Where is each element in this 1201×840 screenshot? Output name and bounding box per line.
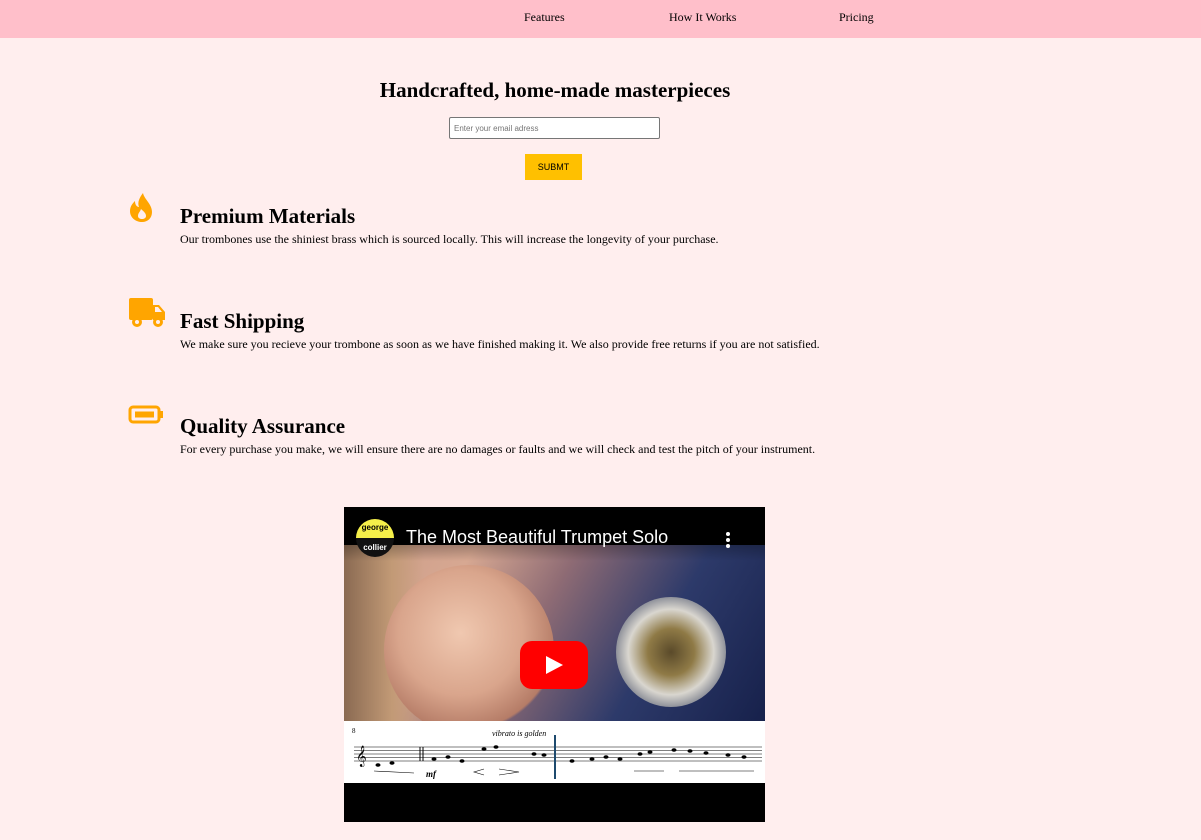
- play-button[interactable]: [520, 641, 588, 689]
- top-nav: Features How It Works Pricing: [0, 0, 1201, 38]
- channel-avatar[interactable]: george collier: [356, 519, 394, 557]
- feature-title: Fast Shipping: [180, 309, 305, 333]
- dynamic-marking: mf: [426, 769, 437, 779]
- video-thumbnail: [344, 545, 765, 735]
- nav-link-pricing[interactable]: Pricing: [839, 10, 874, 25]
- battery-icon: [128, 402, 166, 440]
- channel-name-bottom: collier: [363, 543, 387, 552]
- video-title[interactable]: The Most Beautiful Trumpet Solo: [406, 527, 668, 548]
- feature-title: Quality Assurance: [180, 414, 346, 438]
- feature-text: Our trombones use the shiniest brass whi…: [180, 232, 719, 246]
- truck-icon: [128, 297, 166, 335]
- fire-icon: [128, 192, 166, 230]
- submit-button[interactable]: SUBMT: [525, 154, 582, 180]
- nav-link-features[interactable]: Features: [524, 10, 565, 25]
- feature-title: Premium Materials: [180, 204, 356, 228]
- staff-lines: 𝄞 mf: [354, 735, 762, 779]
- hero-title: Handcrafted, home-made masterpieces: [379, 78, 731, 102]
- video-title-bar: george collier The Most Beautiful Trumpe…: [344, 507, 765, 561]
- more-options-icon[interactable]: [722, 531, 734, 549]
- nav-link-how-it-works[interactable]: How It Works: [669, 10, 736, 25]
- sheet-music: 8 vibrato is golden 𝄞 mf: [344, 721, 765, 783]
- email-input[interactable]: [449, 117, 660, 139]
- channel-name-top: george: [361, 523, 389, 532]
- svg-text:𝄞: 𝄞: [356, 746, 367, 767]
- feature-text: We make sure you recieve your trombone a…: [180, 337, 820, 351]
- feature-text: For every purchase you make, we will ens…: [180, 442, 816, 456]
- video-player[interactable]: george collier The Most Beautiful Trumpe…: [344, 507, 765, 822]
